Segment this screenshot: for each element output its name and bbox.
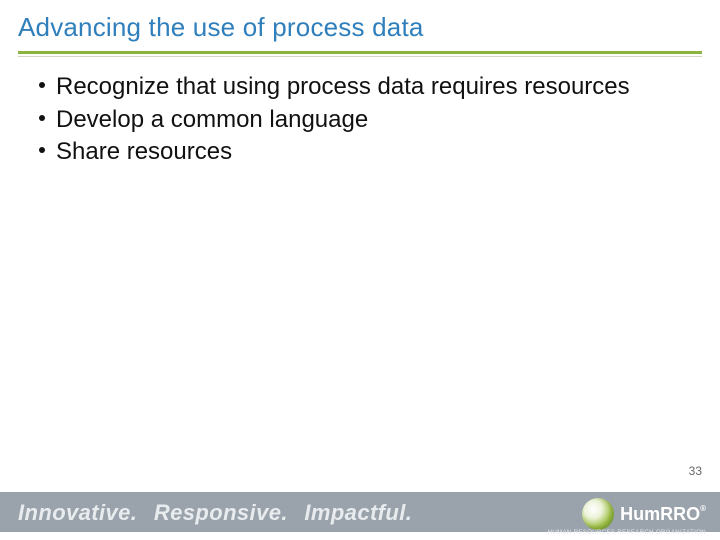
list-item: Share resources (28, 137, 692, 168)
title-underline-thin (18, 56, 702, 57)
footer-logo: HumRRO® (582, 498, 706, 530)
slide: Advancing the use of process data Recogn… (0, 0, 720, 540)
registered-icon: ® (700, 504, 706, 513)
bullet-icon (28, 72, 56, 88)
bullet-icon (28, 137, 56, 153)
bullet-text: Recognize that using process data requir… (56, 72, 692, 103)
logo-globe-icon (582, 498, 614, 530)
page-number: 33 (689, 464, 702, 478)
list-item: Recognize that using process data requir… (28, 72, 692, 103)
footer: Innovative. Responsive. Impactful. HumRR… (0, 486, 720, 540)
bullet-list: Recognize that using process data requir… (28, 72, 692, 168)
logo-text: HumRRO® (620, 505, 706, 523)
bullet-icon (28, 105, 56, 121)
tagline-word: Impactful. (304, 500, 412, 525)
slide-title: Advancing the use of process data (18, 12, 702, 49)
footer-tagline: Innovative. Responsive. Impactful. (18, 500, 422, 526)
bullet-text: Develop a common language (56, 105, 692, 136)
content-area: Recognize that using process data requir… (28, 72, 692, 170)
logo-subtext: HUMAN RESOURCES RESEARCH ORGANIZATION (548, 530, 706, 536)
tagline-word: Innovative. (18, 500, 137, 525)
bullet-text: Share resources (56, 137, 692, 168)
title-underline (18, 51, 702, 54)
logo-text-primary: Hum (620, 504, 660, 524)
title-block: Advancing the use of process data (18, 12, 702, 57)
tagline-word: Responsive. (154, 500, 288, 525)
logo-text-secondary: RRO (660, 504, 700, 524)
list-item: Develop a common language (28, 105, 692, 136)
